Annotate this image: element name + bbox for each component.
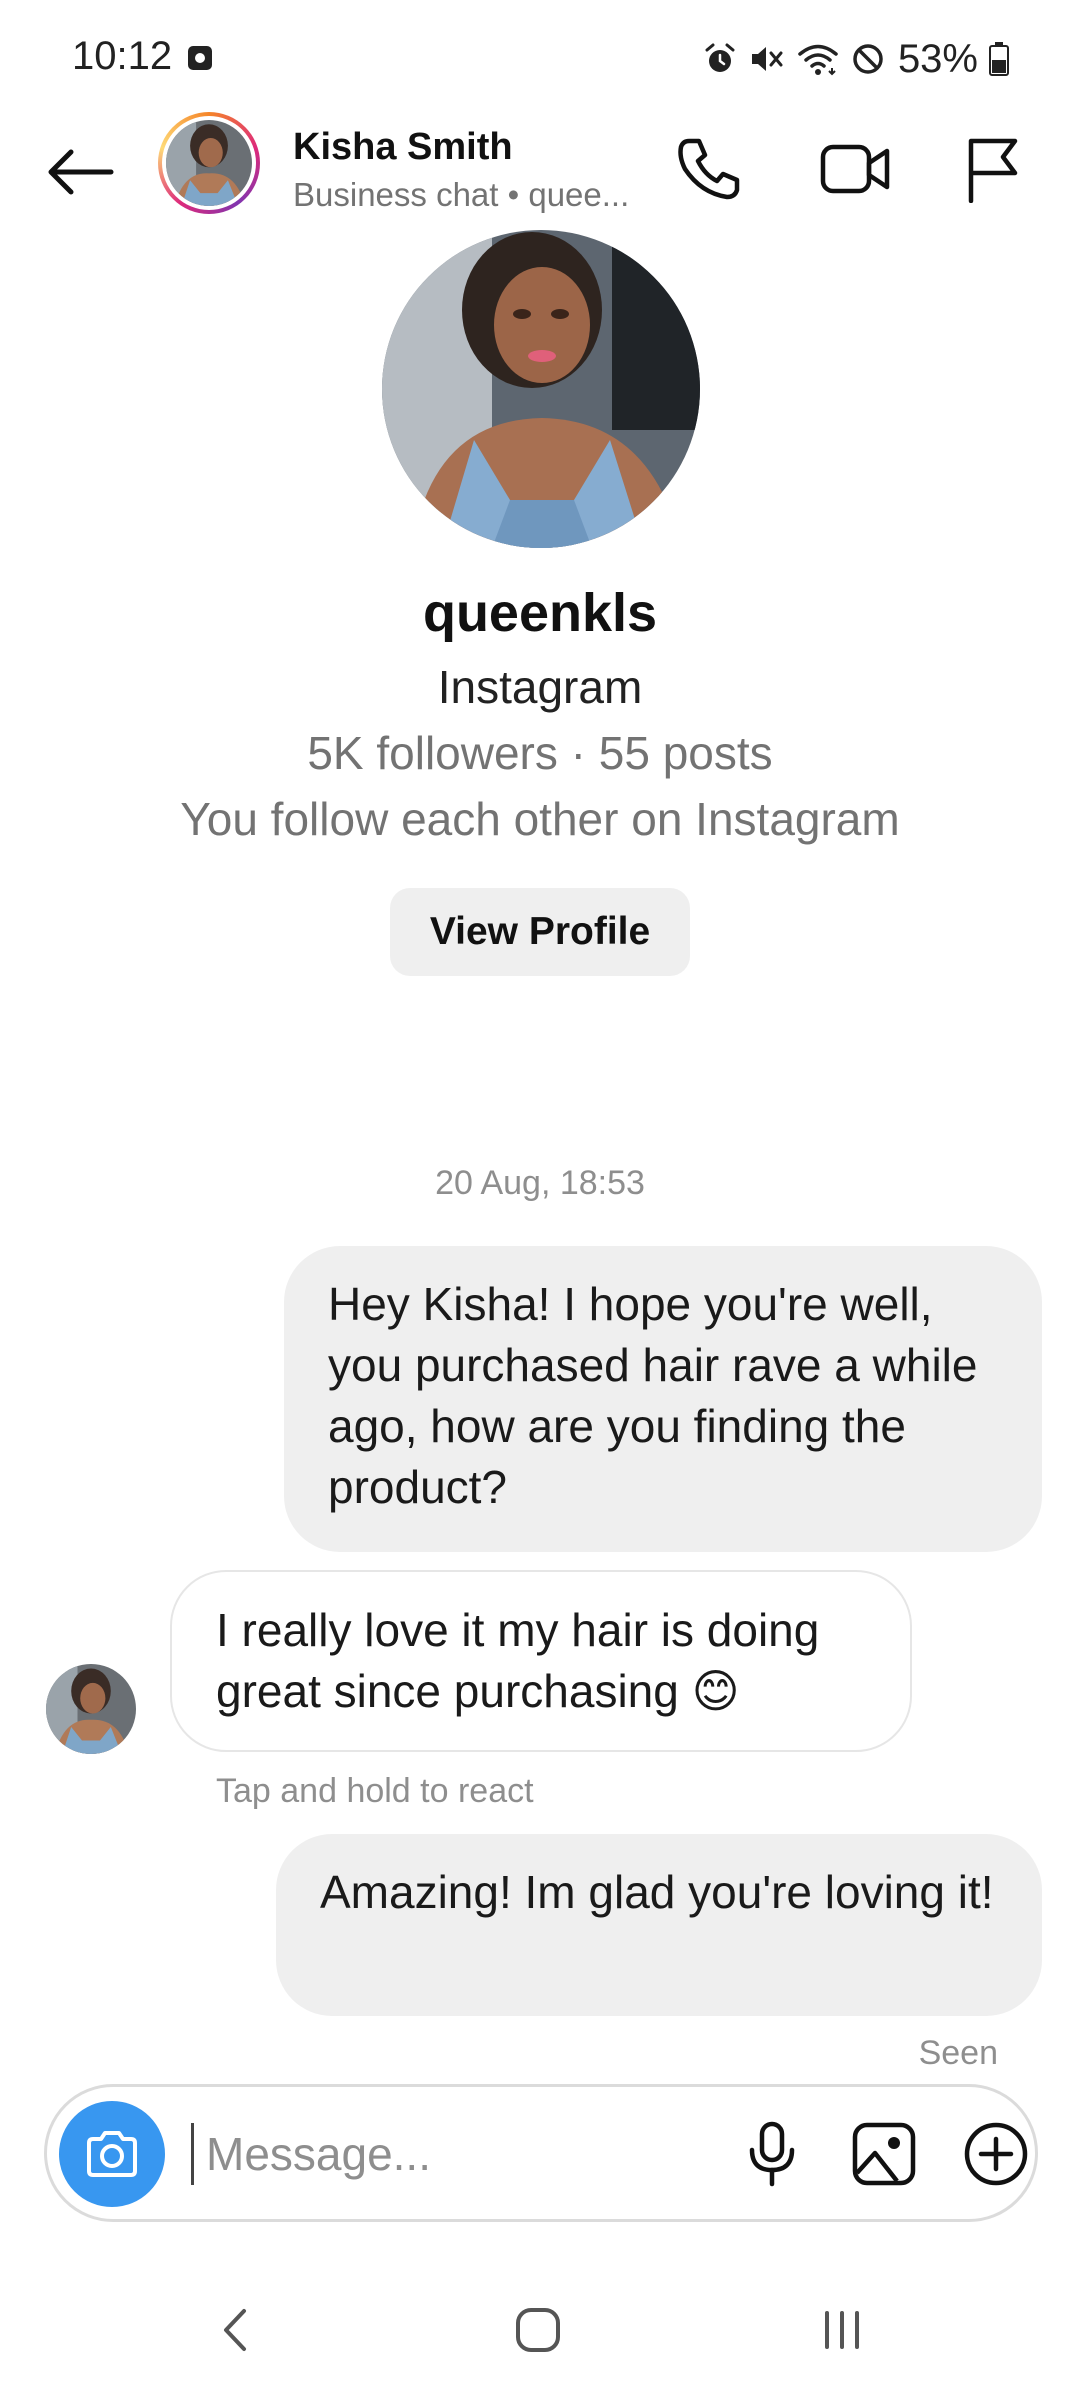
sent-message[interactable]: Hey Kisha! I hope you're well, you purch… (284, 1246, 1042, 1552)
seen-indicator: Seen (918, 2034, 998, 2072)
view-profile-button[interactable]: View Profile (390, 888, 690, 976)
nav-home-button[interactable] (478, 2280, 598, 2380)
battery-percent: 53% (897, 36, 978, 81)
profile-platform: Instagram (437, 661, 643, 713)
voice-message-button[interactable] (727, 2109, 817, 2199)
report-button[interactable] (950, 126, 1036, 212)
profile-stats: 5K followers · 55 posts (307, 727, 773, 779)
call-button[interactable] (666, 126, 752, 212)
message-input[interactable] (191, 2123, 686, 2185)
profile-username: queenkls (422, 583, 658, 643)
message-timestamp: 20 Aug, 18:53 (435, 1164, 645, 1202)
plus-circle-icon (964, 2122, 1028, 2186)
message-composer (44, 2084, 1038, 2222)
flag-icon (968, 138, 1018, 203)
microphone-icon (749, 2121, 795, 2187)
system-navigation-bar (0, 2260, 1080, 2400)
recents-icon (825, 2311, 859, 2349)
gallery-button[interactable] (839, 2109, 929, 2199)
back-button[interactable] (40, 132, 120, 212)
more-options-button[interactable] (951, 2109, 1041, 2199)
chat-header: Kisha Smith Business chat • quee... (0, 110, 1080, 230)
battery-icon (989, 42, 1009, 76)
profile-picture (382, 230, 700, 548)
status-bar: 10:12 53% (0, 0, 1080, 120)
alarm-icon (705, 43, 735, 72)
mute-icon (751, 47, 783, 71)
wifi-icon (798, 44, 838, 76)
contact-name: Kisha Smith (293, 126, 513, 168)
nav-recents-button[interactable] (782, 2280, 902, 2380)
phone-icon (678, 138, 740, 200)
contact-subtitle: Business chat • quee... (293, 176, 630, 213)
sent-message[interactable]: Amazing! Im glad you're loving it! (276, 1834, 1042, 2016)
avatar-photo (166, 120, 252, 206)
nav-back-button[interactable] (174, 2280, 294, 2380)
chat-screen: 10:12 53% Kisha Smith Business chat • qu… (0, 0, 1080, 2400)
home-square-icon (516, 2308, 560, 2352)
image-icon (852, 2122, 916, 2186)
video-call-button[interactable] (812, 126, 898, 212)
camera-icon (87, 2131, 137, 2177)
arrow-left-icon (48, 149, 114, 195)
do-not-disturb-icon (853, 44, 883, 74)
sender-avatar[interactable] (46, 1664, 136, 1754)
video-camera-icon (820, 144, 890, 194)
avatar-photo (46, 1664, 136, 1754)
profile-mutual-follow: You follow each other on Instagram (180, 793, 900, 845)
header-avatar[interactable] (158, 112, 260, 214)
status-time: 10:12 (72, 34, 173, 78)
chevron-left-icon (224, 2309, 246, 2351)
status-icons: 53% (702, 34, 1010, 84)
camera-button[interactable] (59, 2101, 165, 2207)
notification-app-icon (188, 46, 212, 70)
received-message[interactable]: I really love it my hair is doing great … (170, 1570, 912, 1752)
react-hint: Tap and hold to react (216, 1772, 534, 1810)
profile-photo[interactable] (382, 230, 700, 548)
